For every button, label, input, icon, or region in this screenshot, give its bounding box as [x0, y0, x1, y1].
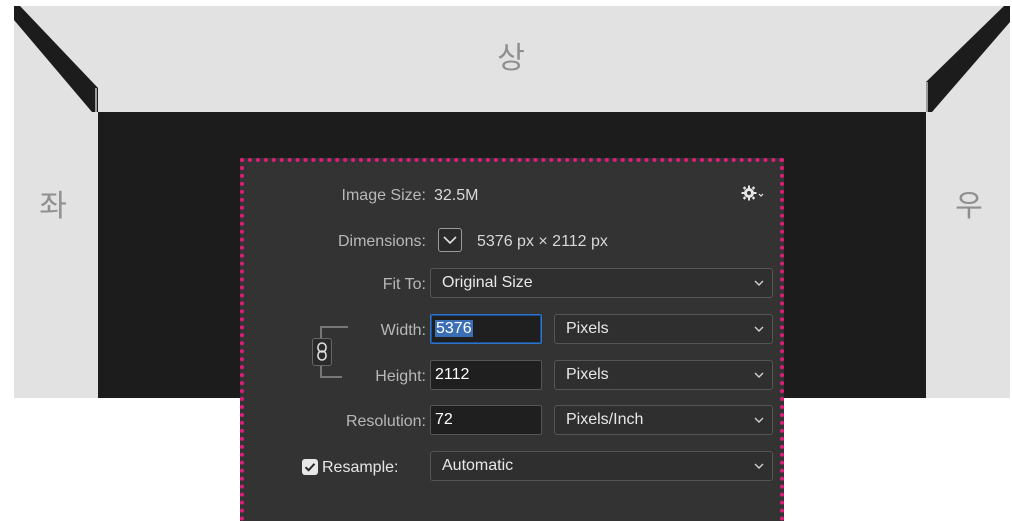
chevron-down-icon [443, 236, 457, 245]
resolution-input[interactable]: 72 [430, 405, 542, 435]
chevron-down-icon [754, 417, 764, 423]
left-label: 좌 [39, 189, 67, 224]
constrain-proportions-button[interactable] [312, 338, 332, 366]
image-size-dialog: Image Size: 32.5M Dimensions: 5376 px × … [240, 158, 784, 521]
resample-label: Resample: [322, 459, 399, 476]
resample-value: Automatic [442, 457, 514, 474]
width-value: 5376 [435, 320, 473, 337]
height-unit-select[interactable]: Pixels [554, 360, 773, 390]
fit-to-value: Original Size [442, 274, 533, 291]
left-panel [14, 112, 98, 398]
chain-link-icon [317, 342, 327, 361]
gear-icon[interactable] [741, 184, 767, 204]
right-panel [926, 112, 1010, 398]
dimensions-units-dropdown[interactable] [438, 228, 462, 252]
chevron-down-icon [754, 280, 764, 286]
height-label: Height: [375, 368, 426, 385]
width-unit-value: Pixels [566, 320, 609, 337]
resample-checkbox[interactable] [302, 459, 318, 475]
resolution-label: Resolution: [345, 413, 426, 430]
fit-to-label: Fit To: [382, 276, 426, 293]
resolution-value: 72 [435, 411, 453, 428]
chevron-down-icon [754, 326, 764, 332]
chevron-down-icon [754, 463, 764, 469]
height-input[interactable]: 2112 [430, 360, 542, 390]
height-unit-value: Pixels [566, 366, 609, 383]
top-label: 상 [497, 41, 525, 76]
checkmark-icon [304, 463, 316, 472]
image-size-value: 32.5M [434, 187, 479, 204]
dimensions-label: Dimensions: [337, 233, 426, 250]
width-unit-select[interactable]: Pixels [554, 314, 773, 344]
dimensions-value: 5376 px × 2112 px [477, 233, 608, 250]
fit-to-select[interactable]: Original Size [430, 268, 773, 298]
right-label: 우 [955, 189, 983, 224]
resample-select[interactable]: Automatic [430, 451, 773, 481]
resolution-unit-value: Pixels/Inch [566, 411, 644, 428]
width-label: Width: [380, 322, 426, 339]
height-value: 2112 [435, 366, 470, 383]
width-input[interactable]: 5376 [430, 314, 542, 344]
image-size-label: Image Size: [341, 187, 426, 204]
resolution-unit-select[interactable]: Pixels/Inch [554, 405, 773, 435]
chevron-down-icon [754, 372, 764, 378]
